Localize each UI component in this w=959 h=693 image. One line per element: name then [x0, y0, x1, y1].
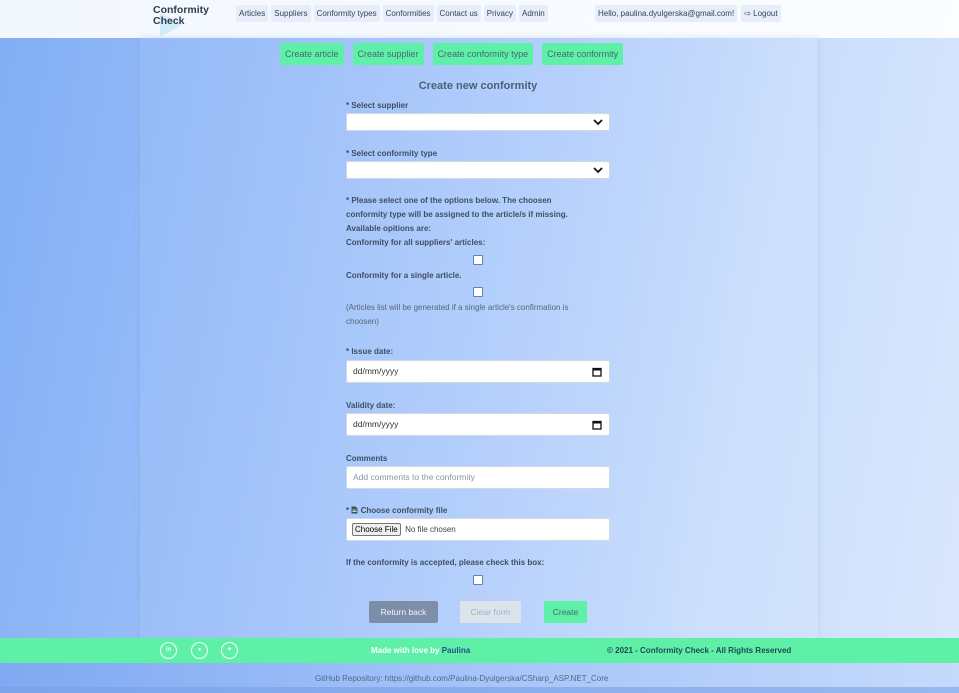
made-prefix: Made with love by [371, 646, 440, 655]
calendar-icon[interactable] [592, 367, 602, 377]
action-bar: Create article Create supplier Create co… [280, 43, 624, 65]
user-greeting-link[interactable]: Hello, paulina.dyulgerska@gmail.com! [595, 5, 738, 22]
option-note: (Articles list will be generated if a si… [346, 301, 610, 329]
file-label: * Choose conformity file [346, 506, 447, 515]
options-text-line-1: * Please select one of the options below… [346, 196, 552, 205]
file-status: No file chosen [405, 525, 456, 534]
author-link[interactable]: Paulina [442, 646, 470, 655]
options-text-line-3: Available opitions are: [346, 224, 432, 233]
nav-contact-us[interactable]: Contact us [436, 5, 481, 22]
calendar-icon[interactable] [592, 420, 602, 430]
create-supplier-button[interactable]: Create supplier [352, 43, 424, 65]
validity-date-label: Validity date: [346, 401, 396, 410]
logout-label: Logout [753, 9, 778, 18]
file-input[interactable]: Choose File No file chosen [346, 518, 610, 541]
create-button[interactable]: Create [544, 601, 587, 623]
supplier-label: * Select supplier [346, 101, 409, 110]
clear-form-button[interactable]: Clear form [460, 601, 521, 623]
brand-logo[interactable]: Conformity Check [153, 5, 223, 27]
issue-date-value: dd/mm/yyyy [353, 366, 399, 376]
option-single-label: Conformity for a single article. [346, 271, 462, 280]
twitter-icon[interactable]: ✦ [221, 642, 238, 659]
footer [0, 638, 959, 663]
nav-admin[interactable]: Admin [519, 5, 548, 22]
file-icon [351, 506, 358, 514]
option-all-label: Conformity for all suppliers' articles: [346, 238, 486, 247]
create-conformity-button[interactable]: Create conformity [542, 43, 624, 65]
copyright: © 2021 - Conformity Check - All Rights R… [607, 646, 792, 655]
chevron-down-icon [593, 167, 603, 174]
brand-line-2: Check [153, 15, 185, 27]
comments-placeholder: Add comments to the conformity [353, 472, 475, 482]
nav-suppliers[interactable]: Suppliers [271, 5, 311, 22]
issue-date-label: * Issue date: [346, 347, 394, 356]
logout-button[interactable]: ⇨ Logout [741, 5, 781, 22]
main-nav: Articles Suppliers Conformity types Conf… [236, 5, 548, 22]
nav-privacy[interactable]: Privacy [483, 5, 517, 22]
create-article-button[interactable]: Create article [280, 43, 344, 65]
comments-input[interactable]: Add comments to the conformity [346, 466, 610, 489]
form-title: Create new conformity [418, 80, 538, 92]
supplier-select[interactable] [346, 113, 610, 131]
option-note-line-1: (Articles list will be generated if a si… [346, 303, 569, 312]
single-article-checkbox[interactable] [473, 287, 483, 297]
logout-icon: ⇨ [744, 9, 751, 18]
options-description: * Please select one of the options below… [346, 194, 610, 250]
nav-conformity-types[interactable]: Conformity types [313, 5, 380, 22]
linkedin-icon[interactable]: in [160, 642, 177, 659]
accepted-checkbox[interactable] [473, 575, 483, 585]
github-link[interactable]: GitHub Repository: https://github.com/Pa… [315, 674, 608, 683]
nav-articles[interactable]: Articles [236, 5, 269, 22]
options-text-line-2: conformity type will be assigned to the … [346, 210, 568, 219]
comments-label: Comments [346, 454, 388, 463]
github-icon[interactable]: ● [191, 642, 208, 659]
nav-conformities[interactable]: Conformities [382, 5, 434, 22]
choose-file-button[interactable]: Choose File [352, 523, 401, 536]
chevron-down-icon [593, 119, 603, 126]
return-back-button[interactable]: Return back [369, 601, 438, 623]
issue-date-input[interactable]: dd/mm/yyyy [346, 360, 610, 383]
accepted-label: If the conformity is accepted, please ch… [346, 558, 545, 567]
all-articles-checkbox[interactable] [473, 255, 483, 265]
conformity-type-label: * Select conformity type [346, 149, 438, 158]
validity-date-input[interactable]: dd/mm/yyyy [346, 413, 610, 436]
option-note-line-2: choosen) [346, 317, 379, 326]
file-label-text: Choose conformity file [360, 506, 448, 515]
validity-date-value: dd/mm/yyyy [353, 419, 399, 429]
made-with-love: Made with love by Paulina [371, 646, 470, 655]
create-conformity-type-button[interactable]: Create conformity type [432, 43, 534, 65]
user-menu: Hello, paulina.dyulgerska@gmail.com! ⇨ L… [595, 5, 781, 22]
conformity-type-select[interactable] [346, 161, 610, 179]
required-marker: * [346, 506, 350, 515]
